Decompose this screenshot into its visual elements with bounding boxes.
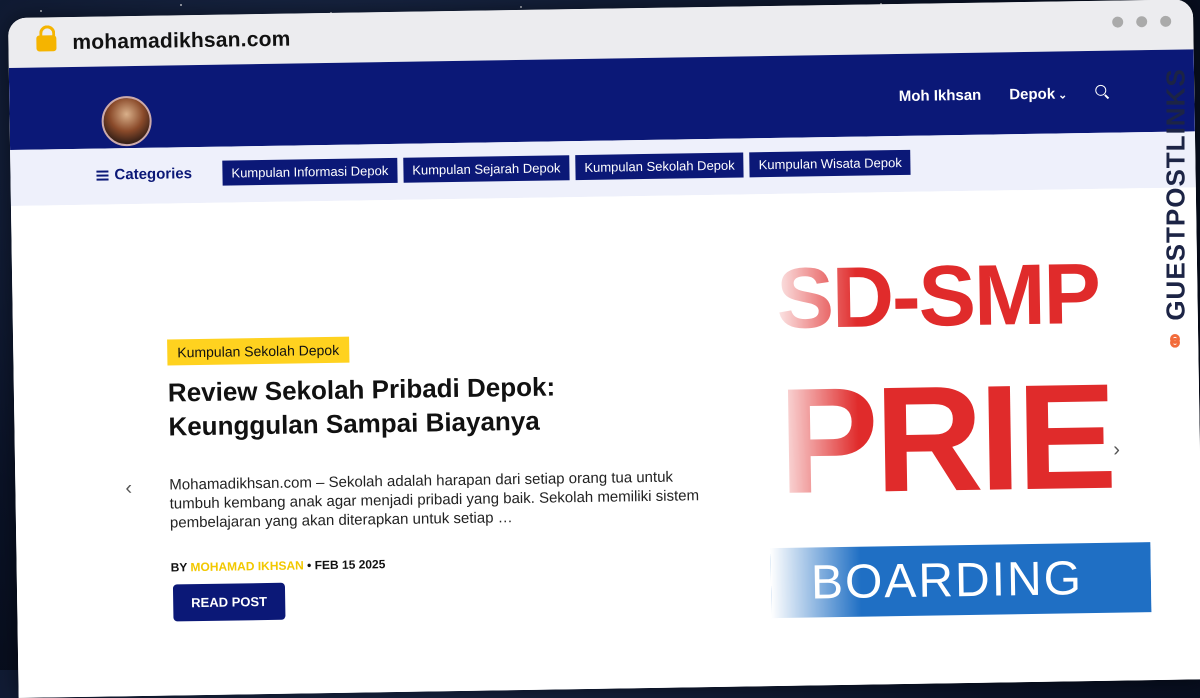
window-dot-icon[interactable] [1136,16,1148,28]
post-author[interactable]: MOHAMAD IKHSAN [190,558,304,574]
category-pill[interactable]: Kumpulan Wisata Depok [749,149,911,178]
post-title[interactable]: Review Sekolah Pribadi Depok: Keunggulan… [168,368,669,444]
meta-by: BY [170,560,188,575]
image-fade [765,254,863,677]
featured-post: ‹ Kumpulan Sekolah Depok Review Sekolah … [10,187,1200,698]
nav-item-depok[interactable]: Depok ⌄ [1009,85,1068,104]
window-dot-icon[interactable] [1160,15,1172,27]
link-icon: ⚭ [1160,320,1191,352]
nav-item-depok-label: Depok [1009,85,1056,104]
category-pill[interactable]: Kumpulan Informasi Depok [222,157,398,186]
watermark: ⚭ GUESTPOSTLINKS [1156,60,1196,360]
watermark-left: GUESTPOST [1160,151,1191,321]
post-meta: BY MOHAMAD IKHSAN • FEB 15 2025 [171,557,386,574]
window-dot-icon[interactable] [1112,16,1124,28]
watermark-text: ⚭ GUESTPOSTLINKS [1161,68,1192,351]
read-post-button[interactable]: READ POST [172,582,286,622]
avatar[interactable] [101,95,153,147]
categories-title: Categories [114,165,193,184]
window-controls [1112,15,1172,28]
featured-image[interactable]: SD-SMP PRIE BOARDING [765,250,1153,677]
chevron-down-icon: ⌄ [1058,89,1068,102]
website: Moh Ikhsan Depok ⌄ Categories Kumpulan In… [8,49,1200,698]
chevron-left-icon[interactable]: ‹ [125,477,132,500]
category-pills: Kumpulan Informasi Depok Kumpulan Sejara… [222,149,911,186]
post-excerpt: Mohamadikhsan.com – Sekolah adalah harap… [169,468,700,532]
post-date: • FEB 15 2025 [306,557,386,573]
nav-item-moh-ikhsan[interactable]: Moh Ikhsan [899,87,982,105]
categories-heading[interactable]: Categories [96,165,192,183]
url-text[interactable]: mohamadikhsan.com [72,28,290,55]
watermark-right: LINKS [1160,68,1191,152]
main-nav: Moh Ikhsan Depok ⌄ [899,84,1107,105]
list-icon [96,169,109,181]
search-icon[interactable] [1095,84,1107,96]
post-category-tag[interactable]: Kumpulan Sekolah Depok [167,336,350,366]
lock-icon [36,35,57,52]
category-pill[interactable]: Kumpulan Sekolah Depok [575,152,744,181]
chevron-right-icon[interactable]: › [1113,439,1120,462]
category-pill[interactable]: Kumpulan Sejarah Depok [403,155,570,183]
browser-window: mohamadikhsan.com Moh Ikhsan Depok ⌄ Cate… [8,0,1200,698]
